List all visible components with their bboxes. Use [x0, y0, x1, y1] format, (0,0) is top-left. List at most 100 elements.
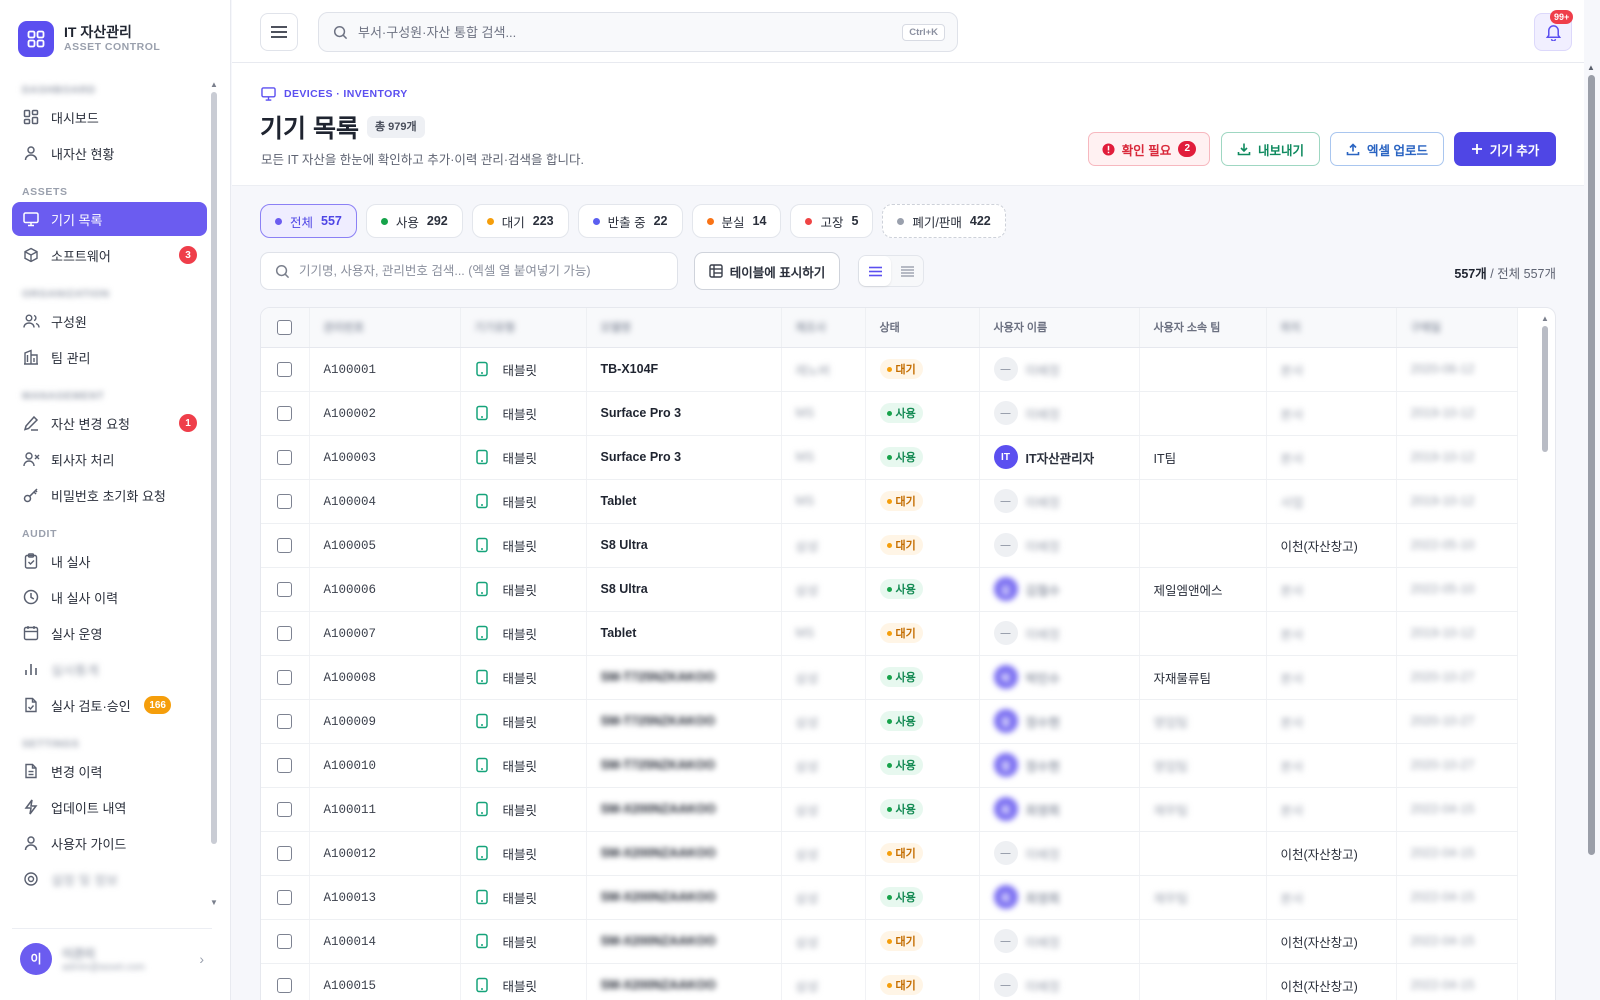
column-header[interactable]: 상태	[865, 308, 980, 348]
scroll-up-arrow-icon[interactable]: ▲	[1587, 63, 1595, 72]
table-row[interactable]: A100015 태블릿 SM-X200NZAAKOO 삼성 대기 — 미배정 이천(자산창고)…	[261, 963, 1518, 1000]
column-header[interactable]: 사용자 이름	[979, 308, 1140, 348]
menu-toggle-button[interactable]	[260, 13, 298, 51]
sidebar-item[interactable]: 내 실사 이력	[12, 580, 207, 614]
row-select-cell[interactable]	[261, 831, 310, 876]
table-row[interactable]: A100006 태블릿 S8 Ultra 삼성 사용 김 김철수 제일엠앤에스 본사 2022-0…	[261, 567, 1518, 612]
table-row[interactable]: A100013 태블릿 SM-X200NZAAKOO 삼성 사용 최 최영희 재무팀 본사 202…	[261, 875, 1518, 920]
sidebar-item[interactable]: 실사 검토·승인 166	[12, 688, 207, 722]
table-row[interactable]: A100011 태블릿 SM-X200NZAAKOO 삼성 사용 최 최영희 재무팀 본사 202…	[261, 787, 1518, 832]
sidebar-item[interactable]: 퇴사자 처리	[12, 442, 207, 476]
global-search-input[interactable]	[358, 24, 878, 40]
table-search-input[interactable]	[299, 264, 669, 278]
filter-chip[interactable]: 분실 14	[691, 204, 782, 238]
sidebar-item[interactable]: 내 실사	[12, 544, 207, 578]
table-row[interactable]: A100014 태블릿 SM-X200NZAAKOO 삼성 대기 — 미배정 이천(자산창고)…	[261, 919, 1518, 964]
row-checkbox[interactable]	[277, 977, 293, 993]
sidebar-item[interactable]: 팀 관리	[12, 340, 207, 374]
column-header[interactable]: 기기유형	[460, 308, 587, 348]
filter-chip[interactable]: 대기 223	[471, 204, 569, 238]
row-checkbox[interactable]	[277, 625, 293, 641]
table-search[interactable]	[260, 252, 678, 290]
table-row[interactable]: A100003 태블릿 Surface Pro 3 MS 사용 IT IT자산관리자 IT팀 본…	[261, 435, 1518, 480]
row-checkbox[interactable]	[277, 493, 293, 509]
brand[interactable]: IT 자산관리 ASSET CONTROL	[18, 21, 160, 57]
show-in-table-button[interactable]: 테이블에 표시하기	[694, 252, 840, 290]
export-button[interactable]: 내보내기	[1221, 132, 1320, 166]
sidebar-item[interactable]: 실사 운영	[12, 616, 207, 650]
filter-chip[interactable]: 전체 557	[260, 204, 357, 238]
table-row[interactable]: A100010 태블릿 SM-T725NZKAKOO 삼성 사용 정 정수현 영업팀 본사 202…	[261, 743, 1518, 788]
column-header[interactable]: 관리번호	[309, 308, 461, 348]
row-checkbox[interactable]	[277, 889, 293, 905]
sidebar-item[interactable]: 사용자 가이드	[12, 826, 207, 860]
row-select-cell[interactable]	[261, 919, 310, 964]
column-header[interactable]: 구매일	[1396, 308, 1518, 348]
add-device-button[interactable]: 기기 추가	[1454, 132, 1556, 166]
column-header[interactable]: 사용자 소속 팀	[1139, 308, 1267, 348]
column-header[interactable]: 제조사	[781, 308, 866, 348]
row-select-cell[interactable]	[261, 743, 310, 788]
page-scroll-thumb[interactable]	[1588, 75, 1595, 855]
sidebar-item[interactable]: 설정 및 정보	[12, 862, 207, 896]
table-row[interactable]: A100012 태블릿 SM-X200NZAAKOO 삼성 대기 — 미배정 이천(자산창고)…	[261, 831, 1518, 876]
table-row[interactable]: A100005 태블릿 S8 Ultra 삼성 대기 — 미배정 이천(자산창고) 2022-0…	[261, 523, 1518, 568]
sidebar-item[interactable]: 변경 이력	[12, 754, 207, 788]
sidebar-scroll-thumb[interactable]	[211, 92, 217, 844]
row-select-cell[interactable]	[261, 963, 310, 1000]
page-scrollbar[interactable]: ▲	[1586, 63, 1596, 1000]
sidebar-item[interactable]: 구성원	[12, 304, 207, 338]
row-select-cell[interactable]	[261, 523, 310, 568]
table-row[interactable]: A100001 태블릿 TB-X104F 레노버 대기 — 미배정 본사 2020-06-12	[261, 347, 1518, 392]
scroll-up-arrow-icon[interactable]: ▲	[210, 80, 218, 89]
row-select-cell[interactable]	[261, 787, 310, 832]
row-checkbox[interactable]	[277, 581, 293, 597]
row-select-cell[interactable]	[261, 391, 310, 436]
row-checkbox[interactable]	[277, 713, 293, 729]
filter-chip[interactable]: 폐기/판매 422	[882, 204, 1006, 238]
compact-view-button[interactable]	[891, 256, 923, 286]
sidebar-item[interactable]: 내자산 현황	[12, 136, 207, 170]
row-select-cell[interactable]	[261, 435, 310, 480]
table-row[interactable]: A100004 태블릿 Tablet MS 대기 — 미배정 사업 2019-10-12	[261, 479, 1518, 524]
sidebar-scrollbar[interactable]: ▲ ▼	[210, 80, 218, 910]
table-row[interactable]: A100007 태블릿 Tablet MS 대기 — 미배정 본사 2019-10-12	[261, 611, 1518, 656]
excel-upload-button[interactable]: 엑셀 업로드	[1330, 132, 1444, 166]
column-header[interactable]: 위치	[1266, 308, 1397, 348]
row-select-cell[interactable]	[261, 699, 310, 744]
table-row[interactable]: A100008 태블릿 SM-T725NZKAKOO 삼성 사용 박 박민수 자재물류팀 본사 2…	[261, 655, 1518, 700]
sidebar-item[interactable]: 업데이트 내역	[12, 790, 207, 824]
needs-review-button[interactable]: 확인 필요 2	[1088, 132, 1210, 166]
sidebar-item[interactable]: 자산 변경 요청 1	[12, 406, 207, 440]
row-checkbox[interactable]	[277, 669, 293, 685]
row-select-cell[interactable]	[261, 567, 310, 612]
row-checkbox[interactable]	[277, 449, 293, 465]
sidebar-item[interactable]: 비밀번호 초기화 요청	[12, 478, 207, 512]
sidebar-item[interactable]: 실사통계	[12, 652, 207, 686]
row-checkbox[interactable]	[277, 801, 293, 817]
table-scrollbar[interactable]: ▲	[1541, 314, 1549, 1000]
scroll-down-arrow-icon[interactable]: ▼	[210, 898, 218, 907]
table-scroll-thumb[interactable]	[1542, 326, 1548, 452]
row-checkbox[interactable]	[277, 405, 293, 421]
row-select-cell[interactable]	[261, 347, 310, 392]
row-checkbox[interactable]	[277, 757, 293, 773]
filter-chip[interactable]: 반출 중 22	[577, 204, 683, 238]
select-all-checkbox[interactable]	[261, 308, 310, 348]
row-checkbox[interactable]	[277, 361, 293, 377]
sidebar-item[interactable]: 기기 목록	[12, 202, 207, 236]
row-select-cell[interactable]	[261, 875, 310, 920]
user-profile[interactable]: 이 이관리 admin@asset.com ›	[12, 928, 212, 988]
row-checkbox[interactable]	[277, 933, 293, 949]
global-search[interactable]: Ctrl+K	[318, 12, 958, 52]
filter-chip[interactable]: 고장 5	[790, 204, 874, 238]
filter-chip[interactable]: 사용 292	[365, 204, 463, 238]
table-row[interactable]: A100009 태블릿 SM-T725NZKAKOO 삼성 사용 정 정수현 영업팀 본사 202…	[261, 699, 1518, 744]
column-header[interactable]: 모델명	[586, 308, 782, 348]
row-checkbox[interactable]	[277, 537, 293, 553]
row-checkbox[interactable]	[277, 845, 293, 861]
checkbox[interactable]	[277, 319, 293, 335]
row-select-cell[interactable]	[261, 611, 310, 656]
scroll-up-arrow-icon[interactable]: ▲	[1541, 314, 1549, 323]
table-row[interactable]: A100002 태블릿 Surface Pro 3 MS 사용 — 미배정 본사 2019-10…	[261, 391, 1518, 436]
